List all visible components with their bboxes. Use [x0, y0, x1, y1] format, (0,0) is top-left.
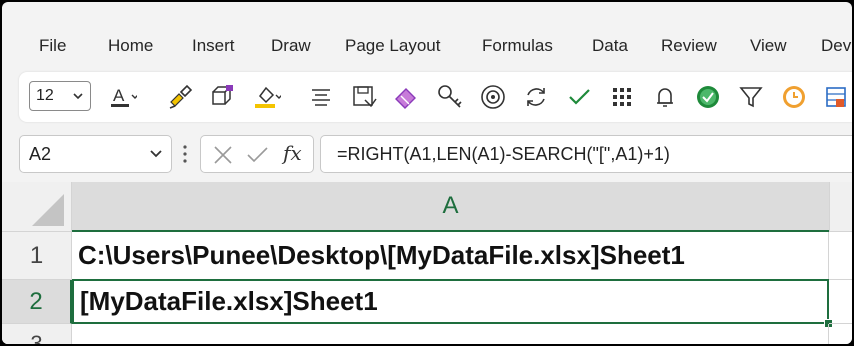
menu-draw[interactable]: Draw — [271, 36, 311, 56]
cell-a3[interactable] — [72, 324, 829, 344]
cell-a2-selected[interactable]: [MyDataFile.xlsx]Sheet1 — [72, 279, 829, 324]
column-header-label: A — [442, 192, 459, 219]
svg-text:A: A — [113, 86, 125, 105]
excel-window: File Home Insert Draw Page Layout Formul… — [2, 2, 852, 344]
font-size-value: 12 — [36, 87, 54, 104]
clock-icon[interactable] — [779, 82, 809, 112]
name-box[interactable]: A2 — [19, 135, 172, 173]
cell-a2-value: [MyDataFile.xlsx]Sheet1 — [80, 286, 378, 316]
cell-b1[interactable] — [829, 232, 852, 280]
font-size-select[interactable]: 12 — [29, 81, 91, 111]
quick-toolbar: 12 A — [19, 72, 852, 122]
cell-a1-value: C:\Users\Punee\Desktop\[MyDataFile.xlsx]… — [78, 240, 685, 270]
chevron-down-icon — [150, 150, 162, 158]
select-all-corner[interactable] — [2, 182, 72, 232]
row-header-1[interactable]: 1 — [2, 232, 72, 280]
formula-input[interactable]: =RIGHT(A1,LEN(A1)-SEARCH("[",A1)+1) — [320, 135, 852, 173]
menu-page-layout[interactable]: Page Layout — [345, 36, 440, 56]
filter-icon[interactable] — [736, 82, 766, 112]
cancel-x-icon[interactable] — [211, 143, 235, 167]
menu-file[interactable]: File — [39, 36, 66, 56]
highlight-fill-icon[interactable] — [251, 82, 281, 112]
row-header-3[interactable]: 3 — [2, 324, 72, 344]
menu-developer[interactable]: Dev — [821, 36, 851, 56]
save-to-icon[interactable] — [349, 82, 379, 112]
select-all-triangle-icon — [32, 194, 64, 226]
spreadsheet-grid: A 1 C:\Users\Punee\Desktop\[MyDataFile.x… — [2, 182, 852, 344]
menu-home[interactable]: Home — [108, 36, 153, 56]
chevron-down-icon — [73, 93, 83, 100]
cell-b2[interactable] — [829, 280, 852, 324]
name-box-value: A2 — [29, 144, 52, 164]
record-icon[interactable] — [478, 82, 508, 112]
formula-buttons: fx — [200, 135, 314, 173]
check-circle-icon[interactable] — [693, 82, 723, 112]
format-painter-icon[interactable] — [165, 82, 195, 112]
bell-icon[interactable] — [650, 82, 680, 112]
grid-dots-icon[interactable] — [607, 82, 637, 112]
menu-bar: File Home Insert Draw Page Layout Formul… — [2, 30, 852, 64]
insert-function-fx-icon[interactable]: fx — [283, 141, 302, 165]
align-icon[interactable] — [306, 82, 336, 112]
menu-data[interactable]: Data — [592, 36, 628, 56]
table-icon[interactable] — [822, 82, 852, 112]
formula-text: =RIGHT(A1,LEN(A1)-SEARCH("[",A1)+1) — [337, 144, 670, 164]
eraser-tag-icon[interactable] — [391, 82, 421, 112]
cell-a1[interactable]: C:\Users\Punee\Desktop\[MyDataFile.xlsx]… — [72, 232, 829, 280]
column-header-a[interactable]: A — [72, 182, 829, 232]
more-dots-icon[interactable] — [182, 142, 188, 166]
menu-review[interactable]: Review — [661, 36, 717, 56]
cube-icon[interactable] — [206, 82, 236, 112]
font-color-icon[interactable]: A — [107, 82, 137, 112]
enter-check-icon[interactable] — [245, 143, 269, 167]
row-header-2[interactable]: 2 — [2, 280, 72, 324]
key-icon[interactable] — [435, 82, 465, 112]
refresh-icon[interactable] — [521, 82, 551, 112]
menu-view[interactable]: View — [750, 36, 787, 56]
column-header-next[interactable] — [829, 182, 852, 232]
checkmark-icon[interactable] — [564, 82, 594, 112]
menu-insert[interactable]: Insert — [192, 36, 235, 56]
menu-formulas[interactable]: Formulas — [482, 36, 553, 56]
